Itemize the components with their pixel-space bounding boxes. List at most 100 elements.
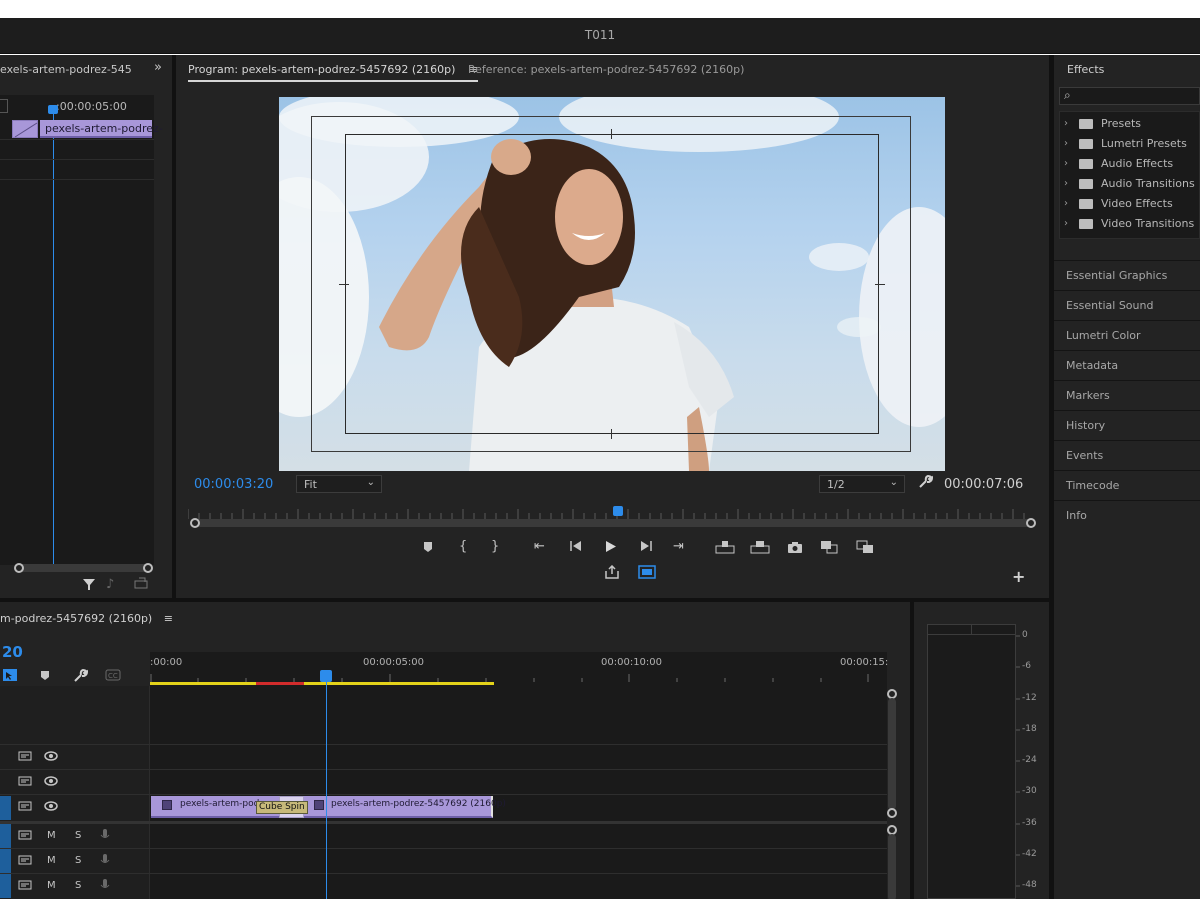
track-target-a2[interactable] bbox=[0, 849, 11, 873]
program-scrub-right-handle[interactable] bbox=[1026, 518, 1036, 528]
program-tab[interactable]: Program: pexels-artem-podrez-5457692 (21… bbox=[188, 63, 479, 82]
timeline-vscroll-bar[interactable] bbox=[888, 698, 896, 810]
timeline-timecode[interactable]: 20 bbox=[2, 643, 23, 661]
effects-item-4[interactable]: › Video Effects bbox=[1060, 194, 1200, 214]
chevron-right-icon[interactable]: › bbox=[1064, 214, 1068, 234]
sync-lock-icon[interactable] bbox=[18, 829, 32, 845]
track-target-v1[interactable] bbox=[0, 796, 11, 820]
effects-search-box[interactable]: ⌕ bbox=[1059, 87, 1200, 105]
fit-dropdown[interactable]: Fit ⌄ bbox=[296, 475, 382, 493]
meter-label-3: -18 bbox=[1022, 724, 1037, 734]
side-panel-item-3[interactable]: Metadata bbox=[1054, 351, 1200, 381]
wrench-icon[interactable] bbox=[917, 474, 934, 494]
proxy-toggle-icon[interactable] bbox=[856, 540, 874, 558]
resolution-dropdown[interactable]: 1/2 ⌄ bbox=[819, 475, 905, 493]
lift-icon[interactable] bbox=[715, 540, 735, 558]
add-marker-icon[interactable] bbox=[422, 541, 434, 557]
program-scrub-left-handle[interactable] bbox=[190, 518, 200, 528]
step-forward-icon[interactable] bbox=[639, 540, 653, 556]
effects-item-2[interactable]: › Audio Effects bbox=[1060, 154, 1200, 174]
play-icon[interactable] bbox=[605, 540, 617, 557]
timeline-ruler[interactable]: :00:00 00:00:05:00 00:00:10:00 00:00:15: bbox=[150, 652, 888, 686]
export-frame-icon[interactable] bbox=[134, 577, 148, 593]
timeline-clip-2[interactable]: pexels-artem-podrez-5457692 (2160p) bbox=[303, 796, 506, 818]
sync-lock-icon[interactable] bbox=[18, 750, 32, 766]
reference-tab[interactable]: Reference: pexels-artem-podrez-5457692 (… bbox=[468, 63, 744, 76]
solo-button[interactable]: S bbox=[75, 880, 81, 891]
effects-item-0[interactable]: › Presets bbox=[1060, 114, 1200, 134]
program-current-timecode[interactable]: 00:00:03:20 bbox=[194, 477, 273, 492]
safe-margins-toggle-icon[interactable] bbox=[638, 565, 656, 583]
side-panel-item-5[interactable]: History bbox=[1054, 411, 1200, 441]
program-playhead[interactable] bbox=[613, 506, 624, 516]
source-scroll-right-handle[interactable] bbox=[143, 563, 153, 573]
effects-item-1[interactable]: › Lumetri Presets bbox=[1060, 134, 1200, 154]
side-panel-item-8[interactable]: Info bbox=[1054, 501, 1200, 531]
snap-icon[interactable] bbox=[2, 668, 18, 686]
track-target-a3[interactable] bbox=[0, 874, 11, 898]
side-panels: Essential Graphics Essential Sound Lumetri… bbox=[1054, 260, 1200, 531]
side-panel-item-6[interactable]: Events bbox=[1054, 441, 1200, 471]
sync-lock-icon[interactable] bbox=[18, 775, 32, 791]
mute-button[interactable]: M bbox=[47, 855, 56, 866]
sync-lock-icon[interactable] bbox=[18, 800, 32, 816]
audio-drag-icon[interactable]: ♪ bbox=[106, 577, 114, 592]
captions-icon[interactable]: CC bbox=[105, 669, 121, 685]
microphone-icon[interactable] bbox=[100, 878, 110, 896]
program-scrub-bar[interactable] bbox=[194, 519, 1032, 527]
chevron-right-icon[interactable]: › bbox=[1064, 154, 1068, 174]
side-panel-item-4[interactable]: Markers bbox=[1054, 381, 1200, 411]
effects-item-3[interactable]: › Audio Transitions bbox=[1060, 174, 1200, 194]
eye-icon[interactable] bbox=[44, 800, 58, 816]
panel-overflow-icon[interactable]: » bbox=[154, 60, 162, 75]
chevron-right-icon[interactable]: › bbox=[1064, 134, 1068, 154]
timeline-marker-icon[interactable] bbox=[40, 670, 50, 685]
go-to-out-icon[interactable]: ⇥ bbox=[673, 539, 684, 554]
source-panel-tab[interactable]: exels-artem-podrez-545769 bbox=[0, 63, 132, 76]
go-to-in-icon[interactable]: ⇤ bbox=[534, 539, 545, 554]
program-video-frame[interactable] bbox=[279, 97, 945, 471]
timeline-playhead-handle[interactable] bbox=[320, 670, 332, 682]
timeline-menu-icon[interactable]: ≡ bbox=[164, 612, 173, 625]
side-panel-item-2[interactable]: Lumetri Color bbox=[1054, 321, 1200, 351]
timeline-settings-wrench-icon[interactable] bbox=[72, 668, 89, 688]
timeline-audio-vscroll-bar[interactable] bbox=[888, 834, 896, 899]
eye-icon[interactable] bbox=[44, 775, 58, 791]
track-target-a1[interactable] bbox=[0, 824, 11, 848]
mark-in-icon[interactable]: { bbox=[459, 539, 467, 554]
side-panel-item-0[interactable]: Essential Graphics bbox=[1054, 261, 1200, 291]
mark-out-icon[interactable]: } bbox=[491, 539, 499, 554]
source-scrollbar[interactable] bbox=[16, 564, 152, 572]
sync-lock-icon[interactable] bbox=[18, 854, 32, 870]
source-scroll-left-handle[interactable] bbox=[14, 563, 24, 573]
timeline-vscroll-bottom-handle[interactable] bbox=[887, 808, 897, 818]
chevron-right-icon[interactable]: › bbox=[1064, 174, 1068, 194]
effects-panel-title[interactable]: Effects bbox=[1067, 63, 1104, 76]
microphone-icon[interactable] bbox=[100, 828, 110, 846]
chevron-right-icon[interactable]: › bbox=[1064, 194, 1068, 214]
timeline-tab[interactable]: m-podrez-5457692 (2160p) ≡ bbox=[0, 612, 173, 625]
eye-icon[interactable] bbox=[44, 750, 58, 766]
mute-button[interactable]: M bbox=[47, 830, 56, 841]
filter-icon[interactable] bbox=[82, 577, 96, 595]
panel-separator-meter bbox=[910, 602, 914, 899]
extract-icon[interactable] bbox=[750, 540, 770, 558]
effects-item-5[interactable]: › Video Transitions bbox=[1060, 214, 1200, 234]
source-clip[interactable]: pexels-artem-podrez- bbox=[40, 120, 163, 138]
effects-search-input[interactable] bbox=[1078, 89, 1198, 103]
side-panel-item-7[interactable]: Timecode bbox=[1054, 471, 1200, 501]
solo-button[interactable]: S bbox=[75, 855, 81, 866]
sync-lock-icon[interactable] bbox=[18, 879, 32, 895]
side-panel-item-1[interactable]: Essential Sound bbox=[1054, 291, 1200, 321]
camera-icon[interactable] bbox=[787, 541, 803, 557]
solo-button[interactable]: S bbox=[75, 830, 81, 841]
comparison-view-icon[interactable] bbox=[820, 540, 838, 558]
mute-button[interactable]: M bbox=[47, 880, 56, 891]
microphone-icon[interactable] bbox=[100, 853, 110, 871]
step-back-icon[interactable] bbox=[569, 540, 583, 556]
chevron-right-icon[interactable]: › bbox=[1064, 114, 1068, 134]
effects-item-label: Video Transitions bbox=[1101, 217, 1195, 230]
export-icon[interactable] bbox=[604, 564, 620, 583]
add-button-icon[interactable]: + bbox=[1012, 567, 1025, 586]
program-time-ruler[interactable] bbox=[187, 507, 1034, 519]
